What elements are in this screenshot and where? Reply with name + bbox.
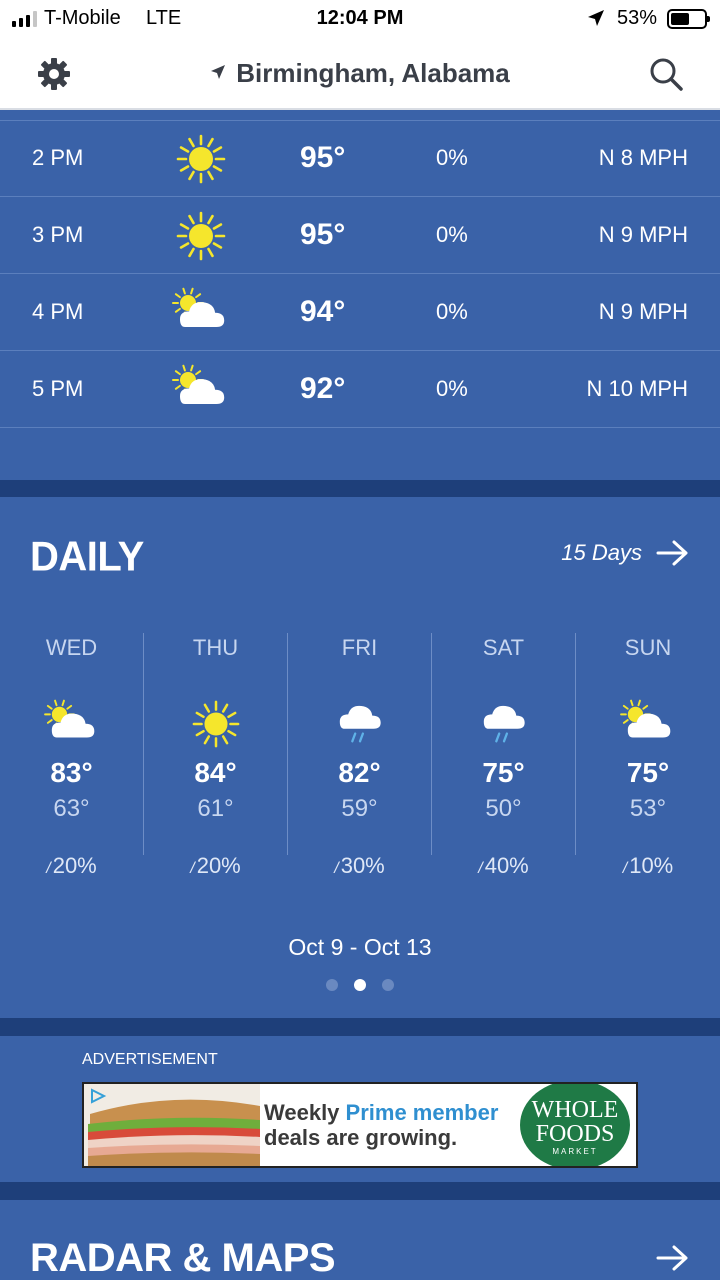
day-low: 53° [629, 795, 667, 822]
hourly-row[interactable]: 2 PM 95° 0% N 8 MPH [0, 121, 720, 197]
radar-heading: RADAR & MAPS [30, 1236, 336, 1280]
hourly-row[interactable]: 3 PM 95° 0% N 9 MPH [0, 198, 720, 274]
day-low: 61° [197, 795, 234, 822]
partly-cloudy-icon [172, 364, 225, 404]
hour-temp: 94° [300, 295, 346, 328]
fifteen-days-label: 15 Days [561, 540, 642, 565]
ad-copy-prime: Prime member [345, 1100, 499, 1125]
day-name: WED [45, 635, 98, 660]
hourly-row[interactable]: 4 PM 94° 0% N 9 MPH [0, 275, 720, 351]
day-high: 83° [50, 757, 93, 788]
location-selector[interactable]: Birmingham, Alabama [0, 58, 720, 89]
ad-copy: Weekly Prime member deals are growing. [264, 1100, 498, 1150]
day-high: 82° [338, 757, 381, 788]
hour-temp: 95° [300, 141, 346, 174]
day-column-fri[interactable]: FRI 82° 59° /30% [288, 633, 432, 878]
ad-copy-line2: deals are growing. [264, 1125, 458, 1150]
day-low: 50° [485, 795, 522, 822]
hour-precip: 0% [436, 222, 468, 247]
raindrop-icon: / [478, 860, 483, 877]
sandwich-image [84, 1084, 260, 1166]
day-low: 63° [53, 795, 90, 822]
page-dot[interactable] [326, 979, 338, 991]
page-indicator[interactable] [0, 979, 720, 991]
fifteen-days-link[interactable]: 15 Days [561, 539, 690, 567]
hour-wind: N 9 MPH [598, 222, 688, 247]
ad-banner[interactable]: Weekly Prime member deals are growing. W… [82, 1082, 638, 1168]
ad-copy-weekly: Weekly [264, 1100, 340, 1125]
hour-precip: 0% [436, 299, 468, 324]
raindrop-icon: / [334, 860, 339, 877]
hour-temp: 92° [300, 372, 346, 405]
arrow-right-icon [656, 1245, 688, 1271]
hourly-forecast: 2 PM 95° 0% N 8 MPH 3 PM 95° 0% N 9 MPH … [0, 110, 720, 480]
day-precip: 20% [52, 853, 97, 878]
day-name: FRI [341, 635, 378, 660]
location-arrow-icon [211, 65, 226, 79]
battery-icon [667, 9, 710, 29]
status-bar: T-Mobile LTE 12:04 PM 53% [0, 0, 720, 38]
day-name: SUN [624, 635, 672, 660]
day-column-thu[interactable]: THU 84° 61° /20% [144, 633, 288, 878]
section-divider [0, 480, 720, 497]
day-high: 75° [626, 757, 670, 788]
hour-wind: N 10 MPH [586, 376, 688, 401]
day-name: THU [192, 635, 239, 660]
raindrop-icon: / [46, 860, 51, 877]
day-column-sun[interactable]: SUN 75° 53° /10% [576, 633, 720, 878]
day-column-sat[interactable]: SAT 75° 50° /40% [432, 633, 576, 878]
rain-icon [339, 705, 381, 743]
search-icon[interactable] [648, 56, 684, 92]
daily-forecast: DAILY 15 Days WED 83° 63° /20% THU 84° 6… [0, 497, 720, 1018]
hourly-row[interactable]: 5 PM 92° 0% N 10 MPH [0, 352, 720, 428]
section-divider [0, 1182, 720, 1200]
battery-percent: 53% [617, 7, 658, 29]
daily-heading: DAILY [30, 533, 144, 581]
day-column-wed[interactable]: WED 83° 63° /20% [0, 633, 144, 878]
day-precip: 30% [340, 853, 385, 878]
date-range: Oct 9 - Oct 13 [288, 934, 432, 960]
page-dot[interactable] [382, 979, 394, 991]
section-divider [0, 1018, 720, 1036]
hour-time: 3 PM [32, 222, 84, 247]
day-high: 75° [482, 757, 525, 788]
partly-cloudy-icon [172, 287, 225, 327]
hour-time: 5 PM [32, 376, 84, 401]
hour-time: 2 PM [32, 145, 84, 170]
day-name: SAT [482, 635, 525, 660]
hour-wind: N 8 MPH [598, 145, 688, 170]
sunny-icon [192, 700, 240, 748]
page-dot-active[interactable] [354, 979, 366, 991]
hour-precip: 0% [436, 376, 468, 401]
arrow-right-icon [656, 540, 688, 566]
sunny-icon [176, 211, 226, 261]
partly-cloudy-icon [620, 699, 671, 738]
location-services-icon [588, 10, 604, 26]
partly-cloudy-icon [44, 699, 95, 738]
day-precip: 20% [196, 853, 241, 878]
app-header: Birmingham, Alabama [0, 38, 720, 110]
sunny-icon [176, 134, 226, 184]
hour-precip: 0% [436, 145, 468, 170]
rain-icon [483, 705, 525, 743]
hour-wind: N 9 MPH [598, 299, 688, 324]
raindrop-icon: / [190, 860, 195, 877]
radar-maps-section[interactable]: RADAR & MAPS [0, 1200, 720, 1280]
hour-temp: 95° [300, 218, 346, 251]
day-high: 84° [194, 757, 237, 788]
hour-time: 4 PM [32, 299, 84, 324]
day-precip: 40% [484, 853, 529, 878]
ad-label: ADVERTISEMENT [82, 1051, 218, 1068]
location-name: Birmingham, Alabama [236, 58, 510, 88]
day-precip: 10% [629, 853, 674, 878]
status-time: 12:04 PM [316, 7, 404, 29]
advertisement-section: ADVERTISEMENT Weekly Prime member deals … [0, 1036, 720, 1182]
day-low: 59° [341, 795, 378, 822]
whole-foods-logo: WHOLE FOODS MARKET [520, 1084, 630, 1166]
raindrop-icon: / [622, 860, 628, 877]
